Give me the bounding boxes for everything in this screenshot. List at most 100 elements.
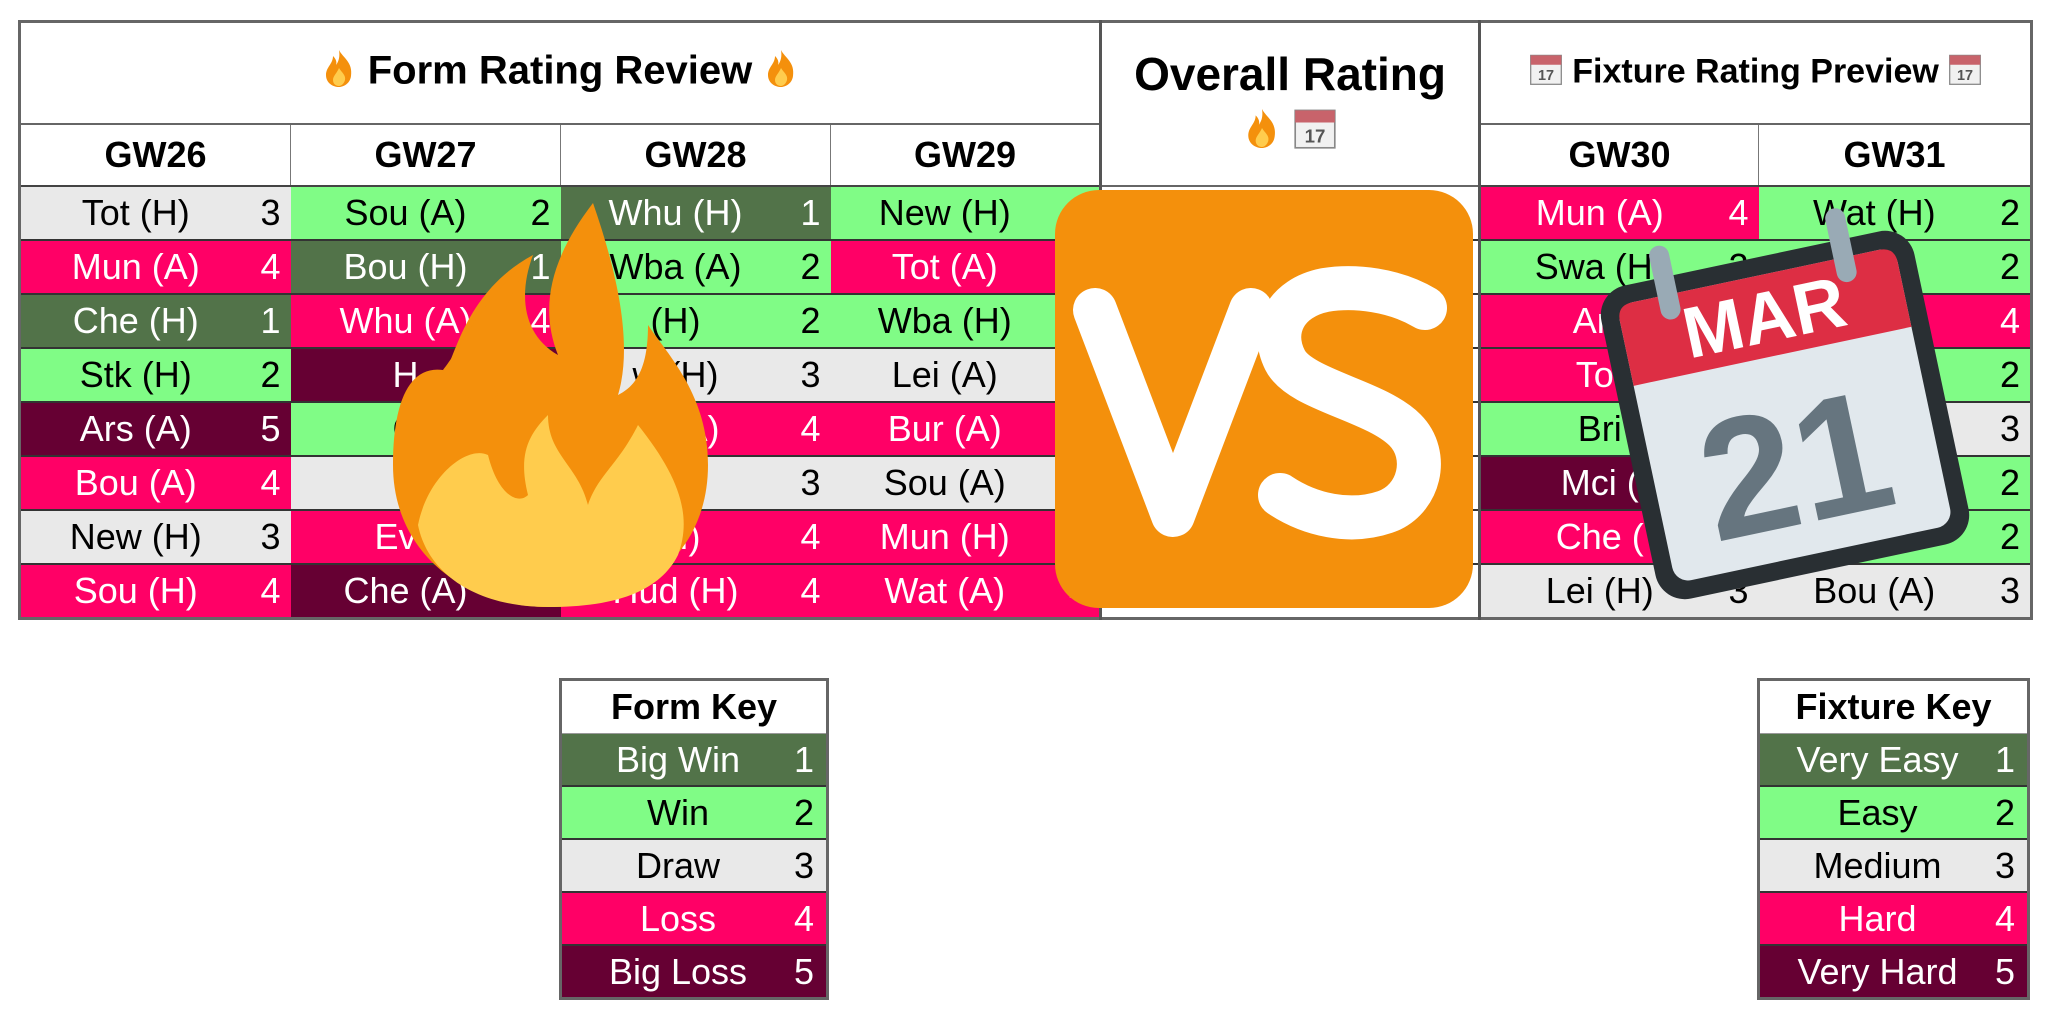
- vs-badge: VS: [1055, 190, 1473, 608]
- fire-icon: [321, 48, 357, 98]
- key-item: Loss 4: [560, 892, 828, 946]
- fire-icon: [763, 48, 799, 98]
- gameweek-header: GW29: [829, 123, 1102, 187]
- key-label: Big Win: [615, 738, 740, 780]
- fixture-cell: Stk (H) 2: [19, 348, 291, 403]
- fixture-cell: Bou (A) 4: [19, 456, 291, 511]
- fixture-preview-title-text: Fixture Rating Preview: [1572, 51, 1939, 90]
- key-row: Big Loss 5: [560, 945, 828, 1000]
- key-label: Hard: [1838, 897, 1917, 939]
- key-label: Medium: [1813, 844, 1942, 886]
- gameweek-header: GW28: [560, 123, 831, 187]
- team-label: Wat (A): [884, 570, 1006, 611]
- fixture-preview-title: 17 Fixture Rating Preview 17: [1478, 20, 2033, 125]
- gameweek-header: GW31: [1758, 123, 2033, 187]
- team-label: New (H): [878, 192, 1011, 233]
- rating-value: 4: [800, 570, 821, 611]
- key-value: 5: [793, 950, 814, 992]
- rating-value: 3: [800, 354, 821, 395]
- team-label: Wba (H): [877, 300, 1012, 341]
- team-label: Ars (A): [79, 408, 192, 449]
- team-label: Sou (A): [883, 462, 1006, 503]
- key-item: Draw 3: [560, 839, 828, 893]
- key-label: Easy: [1837, 791, 1918, 833]
- rating-value: 2: [800, 300, 821, 341]
- team-label: Stk (H): [79, 354, 192, 395]
- key-label: Very Hard: [1797, 950, 1958, 992]
- team-label: Tot (A): [891, 246, 998, 287]
- rating-value: 4: [800, 516, 821, 557]
- key-label: Loss: [639, 897, 716, 939]
- calendar-icon: 17: [1293, 106, 1337, 162]
- key-item: Medium 3: [1758, 839, 2029, 893]
- key-value: 2: [793, 791, 814, 833]
- key-label: Draw: [635, 844, 720, 886]
- svg-text:17: 17: [1957, 68, 1973, 84]
- overall-rating-title: Overall Rating: [1134, 48, 1446, 101]
- key-value: 3: [1994, 844, 2015, 886]
- key-value: 4: [793, 897, 814, 939]
- rating-value: 2: [260, 354, 281, 395]
- key-item: Big Win 1: [560, 733, 828, 787]
- team-label: Tot (H): [81, 192, 190, 233]
- team-label: Lei (A): [891, 354, 998, 395]
- form-key-title: Form Key: [560, 679, 828, 734]
- key-value: 4: [1994, 897, 2015, 939]
- rating-value: 2: [800, 246, 821, 287]
- fire-icon: [348, 195, 748, 610]
- fixture-cell: Tot (H) 3: [19, 186, 291, 241]
- team-label: Sou (H): [73, 570, 198, 611]
- gameweek-header: GW27: [290, 123, 561, 187]
- form-review-title-text: Form Rating Review: [367, 48, 753, 93]
- key-value: 1: [1994, 738, 2015, 780]
- team-label: New (H): [69, 516, 202, 557]
- team-label: Che (H): [72, 300, 199, 341]
- rating-value: 4: [800, 408, 821, 449]
- rating-value: 1: [260, 300, 281, 341]
- fixture-cell: Che (H) 1: [19, 294, 291, 349]
- key-row: Hard 4: [1758, 892, 2029, 946]
- fixture-key: Fixture Key Very Easy 1 Easy 2 Medium 3 Hard 4 V…: [1757, 678, 2030, 1000]
- gameweek-header: GW26: [19, 123, 291, 187]
- rating-value: 4: [260, 462, 281, 503]
- key-value: 2: [1994, 791, 2015, 833]
- key-item: Big Loss 5: [560, 945, 828, 1000]
- key-row: Big Win 1: [560, 733, 828, 787]
- key-value: 5: [1994, 950, 2015, 992]
- svg-text:17: 17: [1305, 125, 1326, 146]
- key-row: Draw 3: [560, 839, 828, 893]
- key-row: Win 2: [560, 786, 828, 840]
- fixture-cell: Mun (A) 4: [19, 240, 291, 295]
- fixture-cell: New (H) 3: [19, 510, 291, 565]
- key-row: Easy 2: [1758, 786, 2029, 840]
- key-row: Medium 3: [1758, 839, 2029, 893]
- form-key: Form Key Big Win 1 Win 2 Draw 3 Loss 4 Big Loss 5: [559, 678, 829, 1000]
- key-value: 1: [793, 738, 814, 780]
- key-value: 3: [793, 844, 814, 886]
- gameweek-header: GW30: [1479, 123, 1760, 187]
- key-item: Very Easy 1: [1758, 733, 2029, 787]
- fire-icon: [1243, 106, 1281, 162]
- key-label: Very Easy: [1796, 738, 1959, 780]
- rating-value: 3: [260, 192, 281, 233]
- key-row: Very Easy 1: [1758, 733, 2029, 787]
- team-label: Mun (A): [71, 246, 200, 287]
- rating-value: 1: [800, 192, 821, 233]
- key-label: Big Loss: [608, 950, 748, 992]
- form-review-title: Form Rating Review: [18, 20, 1102, 125]
- overall-rating-header: Overall Rating 17: [1099, 20, 1482, 187]
- calendar-day: 21: [1684, 353, 1908, 578]
- svg-text:17: 17: [1538, 68, 1554, 84]
- team-label: Bur (A): [887, 408, 1002, 449]
- key-row: Very Hard 5: [1758, 945, 2029, 1000]
- key-item: Easy 2: [1758, 786, 2029, 840]
- team-label: Mun (H): [879, 516, 1010, 557]
- fixture-key-title: Fixture Key: [1758, 679, 2029, 734]
- rating-value: 5: [260, 408, 281, 449]
- key-item: Win 2: [560, 786, 828, 840]
- key-label: Win: [646, 791, 709, 833]
- rating-value: 3: [800, 462, 821, 503]
- calendar-icon: 17: [1948, 52, 1982, 95]
- rating-value: 3: [260, 516, 281, 557]
- key-item: Very Hard 5: [1758, 945, 2029, 1000]
